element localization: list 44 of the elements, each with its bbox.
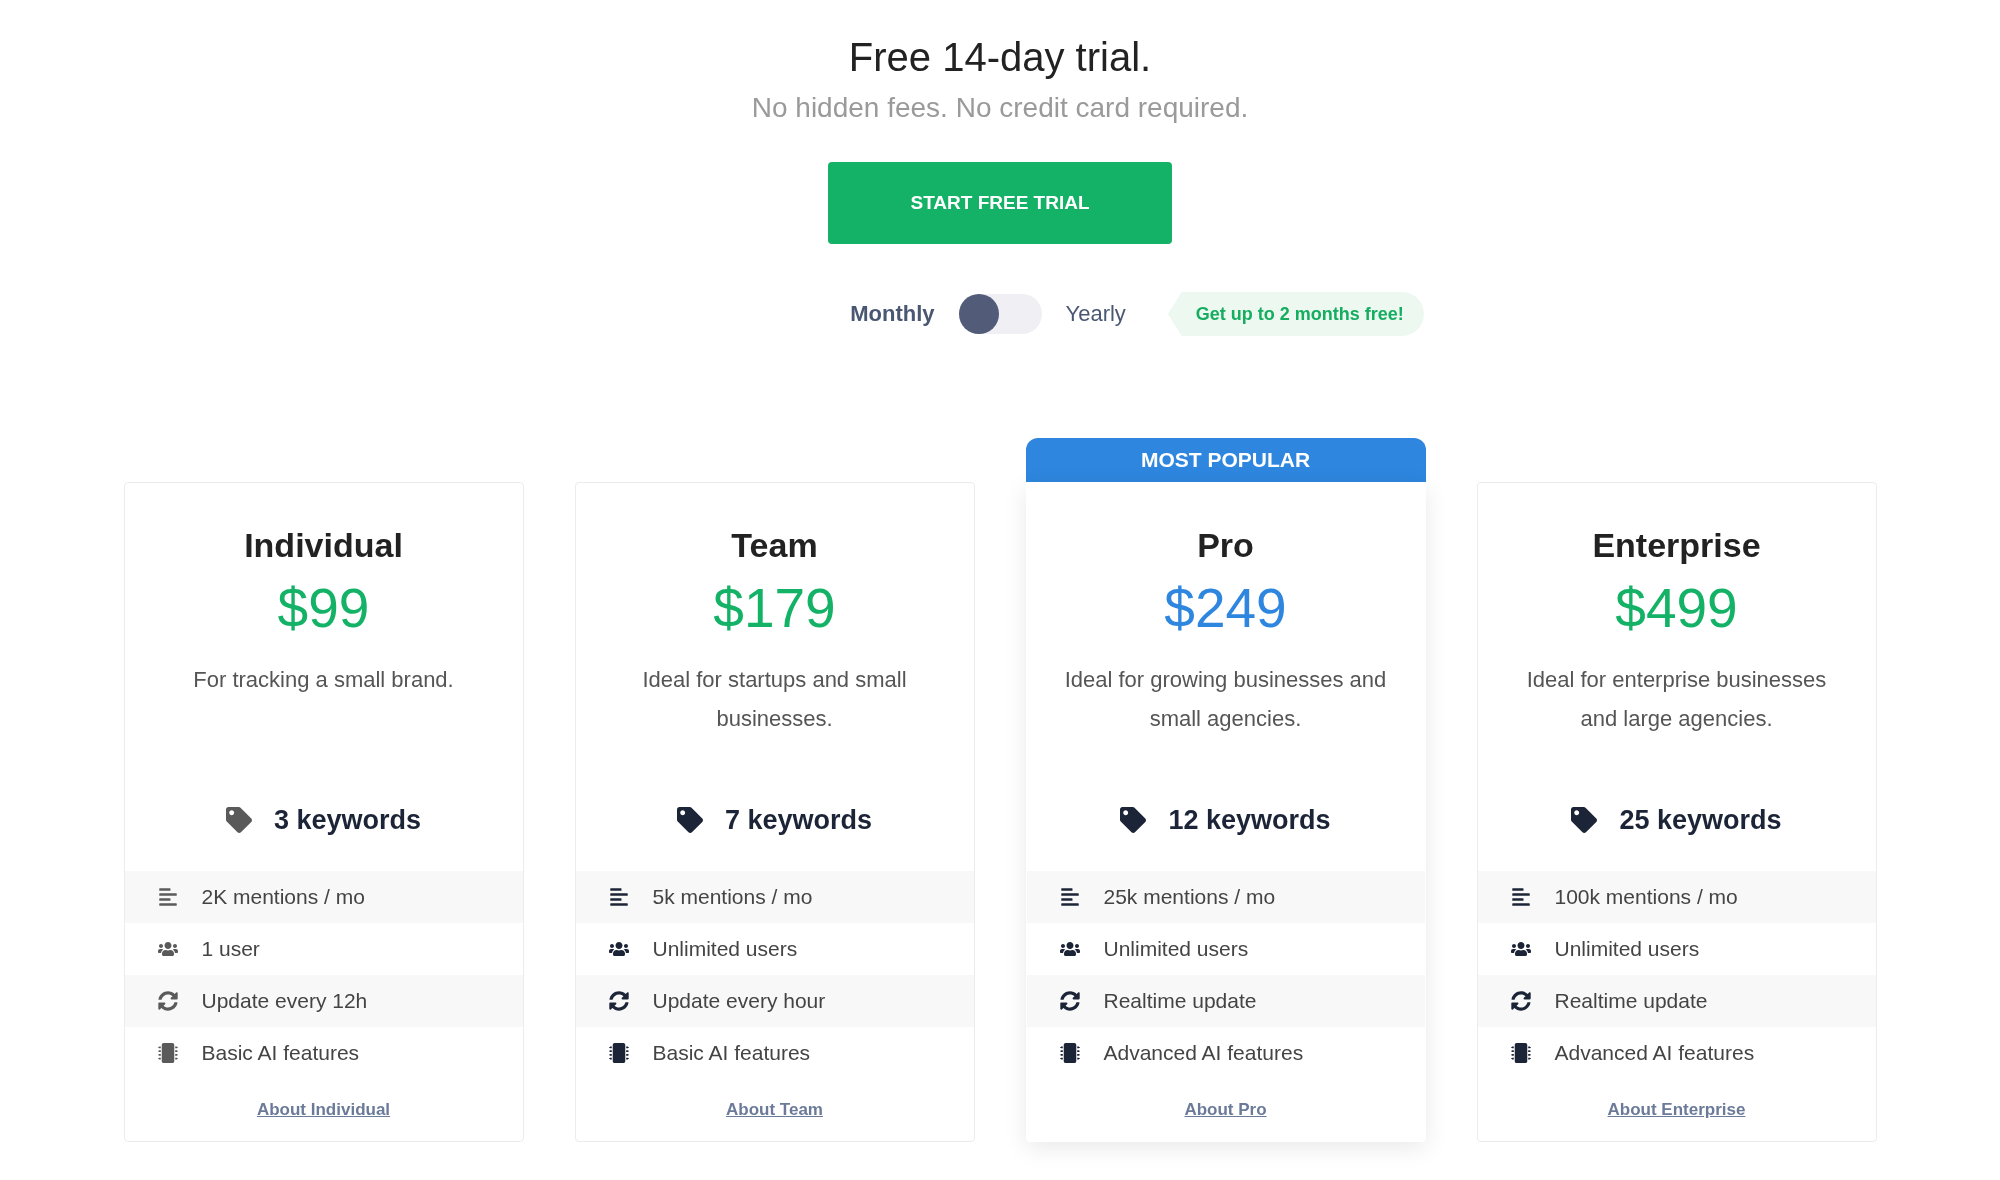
feature-text: Realtime update bbox=[1554, 988, 1708, 1014]
about-link[interactable]: About Team bbox=[726, 1099, 823, 1121]
feature-text: Realtime update bbox=[1103, 988, 1257, 1014]
about-link[interactable]: About Pro bbox=[1184, 1099, 1267, 1121]
keyword-count: 3 keywords bbox=[273, 804, 422, 836]
plan-price: $99 bbox=[277, 576, 370, 640]
feature-text: 100k mentions / mo bbox=[1554, 884, 1738, 910]
page-subtitle: No hidden fees. No credit card required. bbox=[751, 91, 1249, 125]
feature-text: 2K mentions / mo bbox=[201, 884, 365, 910]
feature-text: Unlimited users bbox=[1103, 936, 1249, 962]
plan-price: $249 bbox=[1164, 576, 1287, 640]
feature-text: Update every hour bbox=[652, 988, 826, 1014]
about-link[interactable]: About Enterprise bbox=[1607, 1099, 1746, 1121]
billing-switch[interactable] bbox=[958, 294, 1042, 334]
billing-option-label: Yearly bbox=[1065, 300, 1126, 328]
page-title: Free 14-day trial. bbox=[848, 34, 1152, 81]
feature-text: Basic AI features bbox=[201, 1040, 360, 1066]
feature-text: 1 user bbox=[201, 936, 260, 962]
feature-text: Update every 12h bbox=[201, 988, 368, 1014]
feature-text: Basic AI features bbox=[652, 1040, 811, 1066]
promo-badge: Get up to 2 months free! bbox=[1167, 292, 1424, 336]
plan-name: Pro bbox=[1197, 525, 1254, 566]
plan-name: Enterprise bbox=[1592, 525, 1761, 566]
start-trial-button[interactable]: START FREE TRIAL bbox=[828, 162, 1172, 244]
feature-text: Unlimited users bbox=[1554, 936, 1700, 962]
plan-description: Ideal for growing businesses and small agencies. bbox=[1063, 666, 1388, 733]
feature-text: Advanced AI features bbox=[1103, 1040, 1304, 1066]
plan-price: $499 bbox=[1615, 576, 1738, 640]
feature-text: Unlimited users bbox=[652, 936, 798, 962]
plan-price: $179 bbox=[713, 576, 836, 640]
billing-option-label: Monthly bbox=[850, 300, 935, 328]
popular-badge: MOST POPULAR bbox=[1025, 438, 1426, 482]
about-link[interactable]: About Individual bbox=[256, 1099, 391, 1121]
plan-description: Ideal for enterprise businesses and large agencies. bbox=[1525, 666, 1828, 733]
feature-text: 5k mentions / mo bbox=[652, 884, 813, 910]
keyword-count: 25 keywords bbox=[1619, 804, 1782, 836]
feature-text: 25k mentions / mo bbox=[1103, 884, 1276, 910]
plan-name: Individual bbox=[244, 525, 403, 566]
plan-description: Ideal for startups and small businesses. bbox=[641, 666, 908, 733]
keyword-count: 12 keywords bbox=[1168, 804, 1331, 836]
keyword-count: 7 keywords bbox=[724, 804, 873, 836]
plan-name: Team bbox=[731, 525, 818, 566]
plan-description: For tracking a small brand. bbox=[192, 666, 455, 694]
feature-text: Advanced AI features bbox=[1554, 1040, 1755, 1066]
